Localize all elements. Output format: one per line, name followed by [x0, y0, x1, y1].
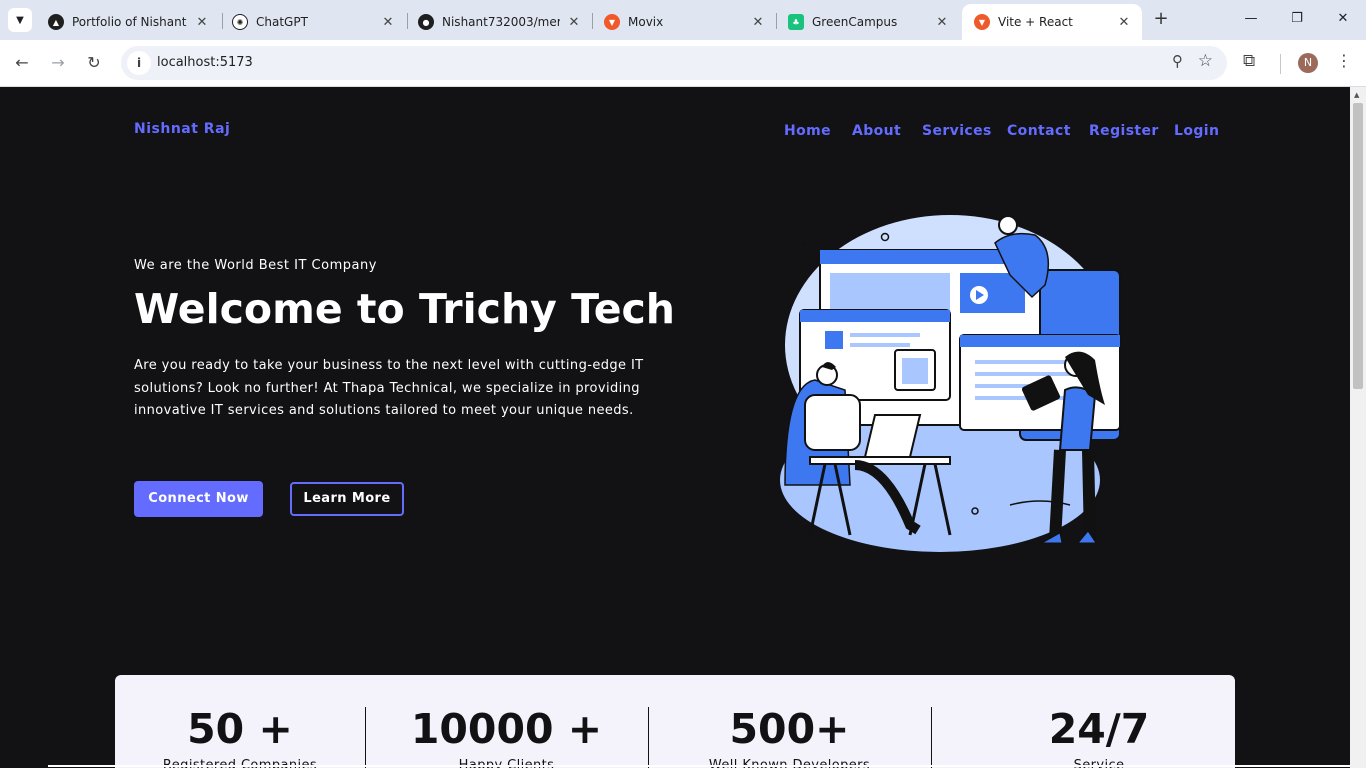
minimize-button[interactable]: — — [1240, 8, 1262, 30]
profile-avatar[interactable]: N — [1298, 53, 1318, 73]
minimize-icon: — — [1244, 11, 1258, 26]
left-window-header — [800, 310, 950, 322]
laptop — [863, 414, 922, 458]
site-brand[interactable]: Nishnat Raj — [134, 121, 230, 137]
forward-button[interactable]: → — [46, 51, 70, 75]
hero-description: Are you ready to take your business to t… — [134, 358, 644, 418]
stat-item: 10000 + Happy Clients — [365, 675, 648, 768]
arrow-left-icon: ← — [15, 53, 29, 72]
tab-close-icon[interactable]: ✕ — [750, 15, 766, 30]
page-bottom-rule — [48, 765, 1350, 767]
scrollbar-thumb[interactable] — [1353, 103, 1363, 389]
stat-item: 50 + Registered Companies — [115, 675, 365, 768]
tablet-card-screen — [902, 358, 928, 384]
right-window-line — [975, 360, 1065, 364]
back-button[interactable]: ← — [10, 51, 34, 75]
browser-tab[interactable]: ♣ GreenCampus ✕ — [776, 4, 960, 40]
decor-dot — [802, 242, 806, 246]
stat-value: 10000 + — [410, 705, 603, 753]
new-tab-button[interactable]: + — [1150, 8, 1172, 32]
hero-tagline: We are the World Best IT Company — [134, 258, 377, 273]
page-viewport: Nishnat Raj Home About Services Contact … — [0, 87, 1350, 768]
monitor-content-block — [830, 273, 950, 313]
hero-title: Welcome to Trichy Tech — [134, 285, 675, 333]
stat-item: 24/7 Service — [931, 675, 1267, 768]
right-window-header — [960, 335, 1120, 347]
nav-link-home[interactable]: Home — [784, 123, 831, 139]
reload-icon: ↻ — [87, 53, 101, 72]
restore-button[interactable]: ❐ — [1286, 8, 1308, 30]
restore-icon: ❐ — [1291, 11, 1303, 26]
connect-now-button[interactable]: Connect Now — [134, 481, 263, 517]
close-icon: ✕ — [1337, 11, 1349, 26]
browser-tab[interactable]: ▲ Portfolio of Nishant R ✕ — [36, 4, 220, 40]
url-text[interactable]: localhost:5173 — [157, 55, 253, 70]
tab-close-icon[interactable]: ✕ — [934, 15, 950, 30]
github-logo-icon: ● — [418, 14, 434, 30]
left-window-block — [825, 331, 843, 349]
nav-link-login[interactable]: Login — [1174, 123, 1219, 139]
chatgpt-logo-icon: ✺ — [232, 14, 248, 30]
vite-logo-icon: ▼ — [604, 14, 620, 30]
tab-close-icon[interactable]: ✕ — [194, 15, 210, 30]
browser-tab[interactable]: ▼ Movix ✕ — [592, 4, 776, 40]
tab-close-icon[interactable]: ✕ — [380, 15, 396, 30]
person-right-body — [1058, 386, 1097, 451]
stat-value: 50 + — [187, 705, 293, 753]
plus-icon: + — [1153, 8, 1169, 29]
left-window-line — [850, 343, 910, 347]
tab-search-button[interactable]: ▼ — [8, 8, 32, 32]
stat-value: 24/7 — [1048, 705, 1150, 753]
nav-link-register[interactable]: Register — [1089, 123, 1159, 139]
reload-button[interactable]: ↻ — [82, 51, 106, 75]
desk-top — [809, 456, 951, 465]
zoom-icon[interactable]: ⚲ — [1172, 52, 1183, 70]
bookmark-star-icon[interactable]: ☆ — [1198, 51, 1213, 71]
kebab-menu-icon[interactable]: ⋮ — [1336, 51, 1352, 70]
chevron-down-icon: ▼ — [16, 14, 24, 26]
close-window-button[interactable]: ✕ — [1332, 8, 1354, 30]
hero-illustration — [780, 215, 1121, 552]
nav-link-about[interactable]: About — [852, 123, 901, 139]
tab-strip: ▼ ▲ Portfolio of Nishant R ✕ ✺ ChatGPT ✕… — [0, 0, 1366, 40]
stats-section: 50 + Registered Companies 10000 + Happy … — [115, 675, 1235, 768]
stat-value: 500+ — [729, 705, 850, 753]
stat-item: 500+ Well Known Developers — [648, 675, 931, 768]
greencampus-logo-icon: ♣ — [788, 14, 804, 30]
vite-logo-icon: ▼ — [974, 14, 990, 30]
browser-tab[interactable]: ● Nishant732003/mern ✕ — [406, 4, 592, 40]
extensions-puzzle-icon[interactable]: ⧉ — [1243, 51, 1255, 71]
page-scrollbar[interactable]: ▲ — [1350, 87, 1366, 768]
nav-link-services[interactable]: Services — [922, 123, 992, 139]
tab-close-icon[interactable]: ✕ — [1116, 15, 1132, 30]
left-window-line — [850, 333, 920, 337]
learn-more-button[interactable]: Learn More — [290, 482, 404, 516]
arrow-right-icon: → — [51, 53, 65, 72]
browser-tab[interactable]: ✺ ChatGPT ✕ — [220, 4, 406, 40]
browser-tab-active[interactable]: ▼ Vite + React ✕ — [962, 4, 1142, 40]
scroll-up-arrow-icon[interactable]: ▲ — [1354, 91, 1359, 99]
person-left-body — [804, 394, 861, 451]
toolbar-divider — [1280, 54, 1281, 74]
address-bar[interactable]: i localhost:5173 ⚲ ☆ — [121, 46, 1227, 80]
tab-close-icon[interactable]: ✕ — [566, 15, 582, 30]
browser-toolbar: ← → ↻ i localhost:5173 ⚲ ☆ ⧉ N ⋮ — [0, 40, 1366, 87]
site-info-icon[interactable]: i — [127, 51, 151, 75]
person-top-head — [998, 215, 1018, 235]
triangle-logo-icon: ▲ — [48, 14, 64, 30]
nav-link-contact[interactable]: Contact — [1007, 123, 1071, 139]
